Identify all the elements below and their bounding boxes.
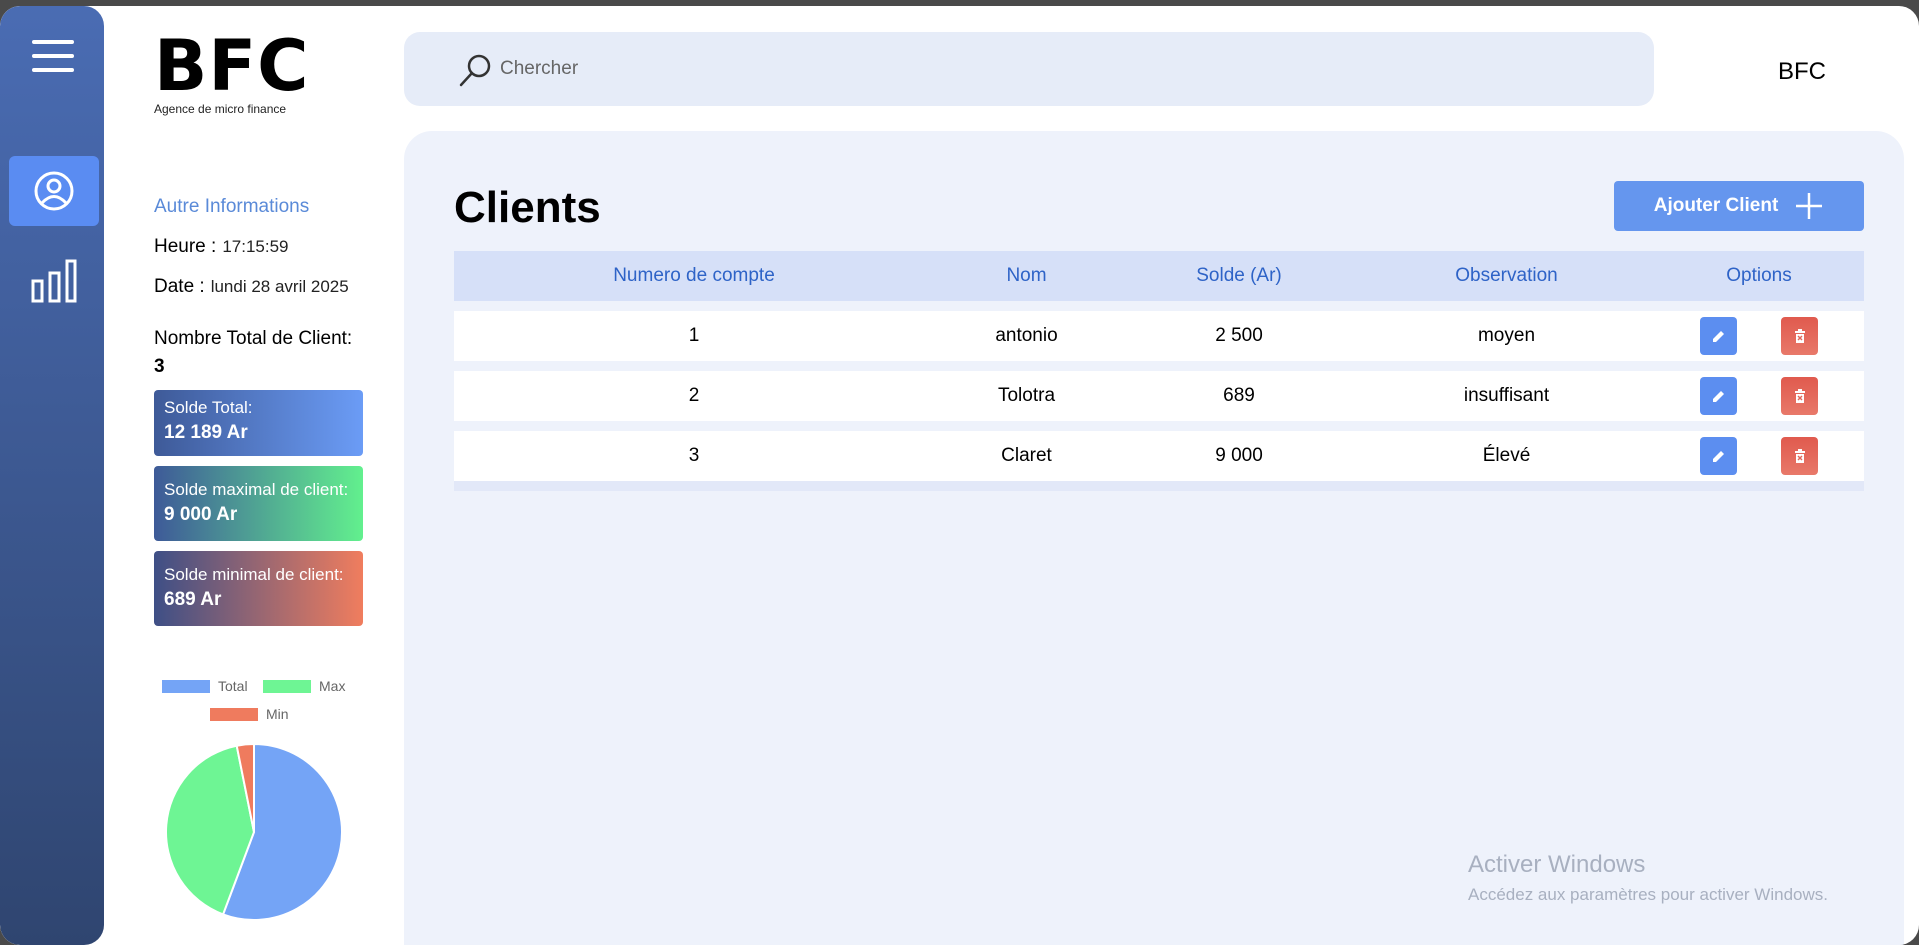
cell-nom: Claret [1001,445,1052,466]
clients-table: Numero de compte Nom Solde (Ar) Observat… [454,251,1864,491]
cell-options [1654,437,1864,475]
column-header-options: Options [1726,265,1792,286]
cell-nom: Tolotra [997,385,1056,406]
delete-button[interactable] [1781,437,1818,475]
add-client-label: Ajouter Client [1653,195,1779,216]
cell-solde: 689 [1223,385,1255,406]
min-balance-label: Solde minimal de client: [164,565,344,584]
trash-icon [1794,329,1805,343]
edit-button[interactable] [1700,437,1737,475]
column-header-numero[interactable]: Numero de compte [454,265,934,287]
client-count-value: 3 [154,356,165,377]
trash-icon [1794,449,1805,463]
user-circle-icon [34,171,74,211]
cell-solde: 9 000 [1215,445,1263,466]
info-panel: Autre Informations Heure : 17:15:59 Date … [154,196,364,626]
column-header-nom[interactable]: Nom [934,265,1119,287]
add-client-button[interactable]: Ajouter Client [1614,181,1864,231]
max-balance-card: Solde maximal de client: 9 000 Ar [154,466,363,541]
total-balance-label: Solde Total: [164,398,253,417]
cell-observation: moyen [1477,325,1536,346]
table-row[interactable]: 1 antonio 2 500 moyen [454,311,1864,361]
cell-numero: 1 [688,325,700,346]
legend-swatch-total [162,679,210,693]
search-bar [404,32,1654,106]
max-balance-label: Solde maximal de client: [164,480,349,499]
info-heading: Autre Informations [154,196,310,217]
min-balance-value: 689 Ar [164,589,222,610]
legend-swatch-max [263,679,311,693]
column-header-solde[interactable]: Solde (Ar) [1119,265,1359,287]
main-panel: Clients Ajouter Client Numero de compte … [404,131,1904,945]
search-input[interactable] [500,52,1400,86]
time-value: 17:15:59 [222,237,289,256]
legend-item-min[interactable]: Min [210,706,289,722]
total-balance-value: 12 189 Ar [164,422,248,443]
total-balance-card: Solde Total: 12 189 Ar [154,390,363,456]
legend-item-max[interactable]: Max [263,678,345,694]
time-label: Heure : [154,236,217,257]
delete-button[interactable] [1781,377,1818,415]
date-row: Date : lundi 28 avril 2025 [154,276,364,298]
pie-svg [165,742,343,921]
cell-numero: 2 [688,385,700,406]
nav-rail [0,6,104,945]
min-balance-card: Solde minimal de client: 689 Ar [154,551,363,626]
app-window: BFC Agence de micro finance BFC Autre In… [0,6,1919,945]
cell-options [1654,317,1864,355]
cell-observation: insuffisant [1463,385,1550,406]
cell-solde: 2 500 [1215,325,1263,346]
menu-icon[interactable] [32,40,74,74]
date-value: lundi 28 avril 2025 [210,277,349,296]
client-count-label: Nombre Total de Client: [154,328,353,349]
table-header: Numero de compte Nom Solde (Ar) Observat… [454,251,1864,301]
max-balance-value: 9 000 Ar [164,504,238,525]
time-row: Heure : 17:15:59 [154,236,364,258]
legend-label-max: Max [319,678,346,694]
page-title: Clients [454,183,601,232]
column-header-observation[interactable]: Observation [1359,265,1654,287]
watermark-subtitle: Accédez aux paramètres pour activer Wind… [1468,885,1828,904]
legend-label-total: Total [218,678,248,694]
brand: BFC Agence de micro finance [154,30,310,116]
table-footer [454,481,1864,491]
brand-title: BFC [154,25,310,107]
legend-label-min: Min [266,706,289,722]
plus-icon [1796,193,1823,219]
cell-numero: 3 [688,445,700,466]
nav-item-clients[interactable] [9,156,99,226]
pencil-icon [1712,451,1724,462]
activation-watermark: Activer Windows Accédez aux paramètres p… [1468,851,1828,905]
table-row[interactable]: 2 Tolotra 689 insuffisant [454,371,1864,421]
pencil-icon [1712,391,1724,402]
cell-options [1654,377,1864,415]
edit-button[interactable] [1700,317,1737,355]
cell-observation: Élevé [1482,445,1531,466]
delete-button[interactable] [1781,317,1818,355]
nav-item-stats[interactable] [9,246,99,316]
legend-item-total[interactable]: Total [162,678,248,694]
legend-swatch-min [210,707,258,721]
search-icon[interactable] [458,52,494,88]
edit-button[interactable] [1700,377,1737,415]
pencil-icon [1712,331,1724,342]
balance-pie-chart: Total Max Min [150,676,360,926]
bar-chart-icon [31,259,77,303]
cell-nom: antonio [995,325,1058,346]
table-row[interactable]: 3 Claret 9 000 Élevé [454,431,1864,481]
user-label: BFC [1778,58,1826,85]
trash-icon [1794,389,1805,403]
watermark-title: Activer Windows [1468,851,1646,878]
date-label: Date : [154,276,205,297]
